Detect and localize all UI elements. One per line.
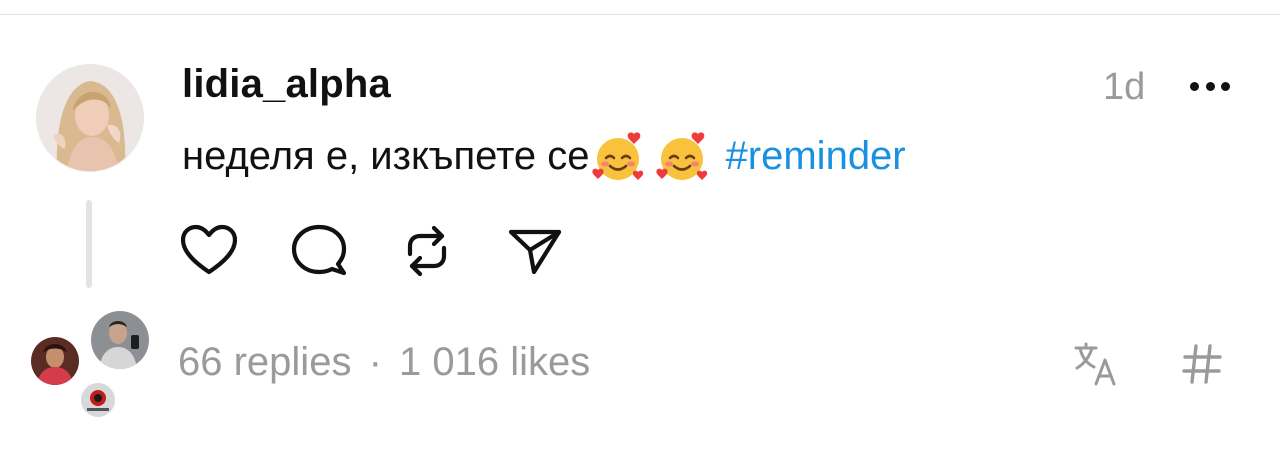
share-icon[interactable]	[504, 220, 566, 282]
repost-icon[interactable]	[396, 220, 458, 282]
more-dot	[1205, 81, 1215, 91]
more-dot	[1221, 81, 1230, 91]
timestamp: 1d	[1103, 66, 1146, 108]
hashtag-icon[interactable]	[1180, 342, 1224, 386]
avatar[interactable]	[36, 64, 144, 172]
smiling-face-with-hearts-icon	[655, 132, 707, 180]
replier-avatar[interactable]	[78, 380, 118, 420]
post-text: неделя е, изкъпете се #reminder	[182, 128, 906, 184]
avatar-photo	[37, 65, 143, 171]
heart-icon[interactable]	[178, 220, 240, 282]
hashtag-link[interactable]: #reminder	[726, 134, 906, 179]
replier-photo	[81, 383, 115, 417]
post-body: неделя е, изкъпете се	[182, 133, 590, 178]
separator: ·	[368, 340, 382, 384]
translate-icon[interactable]	[1072, 340, 1120, 388]
engagement-summary: 66 replies · 1 016 likes	[178, 340, 590, 385]
thread-line	[86, 200, 92, 288]
smiling-face-with-hearts-icon	[591, 132, 643, 180]
top-divider	[0, 14, 1280, 15]
replier-photo	[91, 311, 149, 369]
comment-icon[interactable]	[288, 220, 350, 282]
replier-avatar[interactable]	[88, 308, 152, 372]
replier-photo	[31, 337, 79, 385]
likes-count[interactable]: 1 016 likes	[399, 340, 590, 384]
more-dot	[1190, 81, 1199, 91]
username[interactable]: lidia_alpha	[182, 62, 391, 107]
replies-count[interactable]: 66 replies	[178, 340, 351, 384]
replier-avatar[interactable]	[28, 334, 82, 388]
more-options-button[interactable]	[1186, 70, 1234, 102]
